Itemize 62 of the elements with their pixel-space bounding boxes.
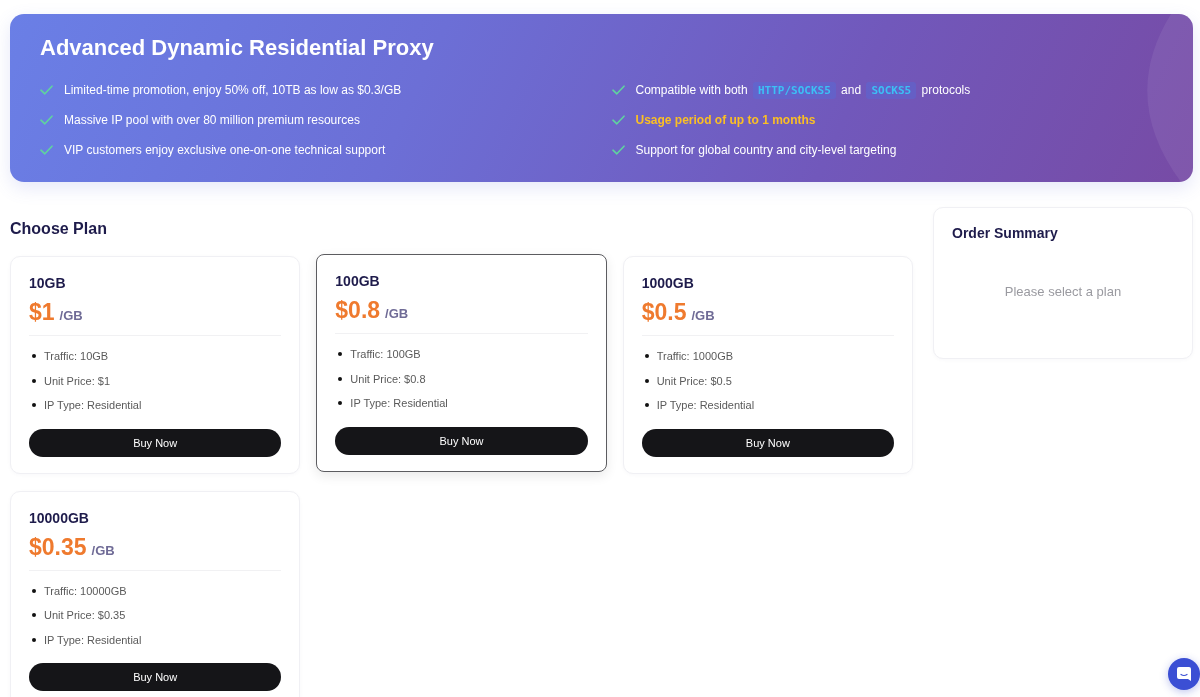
plan-detail: IP Type: Residential — [656, 398, 755, 413]
section-heading: Choose Plan — [10, 219, 108, 239]
bullet-icon — [32, 403, 36, 408]
price-unit: /GB — [691, 308, 715, 324]
plan-name: 100GB — [335, 272, 381, 290]
feature-text: Support for global country and city-level targeting — [635, 142, 897, 158]
feature-text: VIP customers enjoy exclusive one-on-one technical support — [64, 142, 386, 158]
summary-title: Order Summary — [952, 224, 1059, 242]
buy-now-button[interactable]: Buy Now — [29, 663, 282, 691]
bullet-icon — [338, 376, 343, 381]
check-icon — [611, 115, 625, 125]
plan-detail: Unit Price: $0.8 — [350, 371, 426, 386]
bullet-icon — [32, 378, 36, 383]
bullet-icon — [338, 401, 343, 406]
bullet-icon — [32, 637, 36, 642]
check-icon — [40, 115, 53, 125]
bullet-icon — [338, 352, 343, 357]
plan-name: 1000GB — [641, 274, 695, 292]
check-icon — [611, 85, 625, 95]
banner-title: Advanced Dynamic Residential Proxy — [40, 34, 435, 62]
bullet-icon — [32, 354, 36, 359]
bullet-icon — [32, 613, 36, 618]
plan-card[interactable]: 100GB $0.8 /GB Traffic: 100GB Unit Price: $0.8 IP Type: Residential Buy Now — [316, 254, 607, 472]
plan-detail: IP Type: Residential — [350, 396, 448, 411]
chat-icon — [1177, 667, 1191, 681]
plan-price: $0.8 — [335, 297, 381, 323]
plan-detail: Traffic: 100GB — [350, 347, 421, 362]
feature-text: Compatible with both HTTP/SOCKS5 and SOCKS5 protocols — [635, 82, 971, 98]
plan-price: $0.5 — [641, 299, 687, 325]
feature-text: Massive IP pool with over 80 million premium resources — [64, 112, 360, 128]
empty-message: Please select a plan — [1003, 283, 1123, 301]
plan-price: $1 — [29, 299, 55, 325]
plan-detail: IP Type: Residential — [44, 632, 142, 647]
plan-detail: Traffic: 10GB — [44, 349, 109, 364]
check-icon — [40, 145, 53, 155]
price-unit: /GB — [91, 542, 115, 559]
price-unit: /GB — [385, 306, 409, 322]
plan-detail: Traffic: 1000GB — [656, 349, 734, 364]
buy-now-button[interactable]: Buy Now — [641, 428, 894, 457]
plan-price: $0.35 — [29, 533, 87, 560]
feature-text: Usage period of up to 1 months — [635, 112, 816, 128]
check-icon — [611, 145, 625, 155]
buy-now-button[interactable]: Buy Now — [335, 426, 588, 455]
plan-detail: IP Type: Residential — [44, 398, 142, 413]
feature-text: Limited-time promotion, enjoy 50% off, 10TB as low as $0.3/GB — [64, 82, 402, 98]
plan-card[interactable]: 10000GB $0.35 /GB Traffic: 10000GB Unit Price: $0.35 IP Type: Residential Buy Now — [10, 490, 301, 697]
plan-detail: Unit Price: $0.5 — [656, 373, 732, 388]
bullet-icon — [644, 403, 649, 408]
bullet-icon — [32, 588, 36, 593]
plan-name: 10000GB — [29, 508, 90, 527]
bullet-icon — [644, 354, 649, 359]
price-unit: /GB — [59, 308, 83, 324]
buy-now-button[interactable]: Buy Now — [29, 428, 282, 457]
chat-button[interactable] — [1168, 658, 1200, 690]
plan-detail: Unit Price: $0.35 — [44, 608, 126, 623]
plan-card[interactable]: 10GB $1 /GB Traffic: 10GB Unit Price: $1 IP Type: Residential Buy Now — [10, 256, 301, 474]
plan-name: 10GB — [29, 274, 67, 292]
bullet-icon — [644, 378, 649, 383]
check-icon — [40, 85, 53, 95]
plan-detail: Unit Price: $1 — [44, 373, 111, 388]
plan-card[interactable]: 1000GB $0.5 /GB Traffic: 1000GB Unit Price: $0.5 IP Type: Residential Buy Now — [622, 256, 913, 474]
plan-detail: Traffic: 10000GB — [44, 583, 127, 598]
